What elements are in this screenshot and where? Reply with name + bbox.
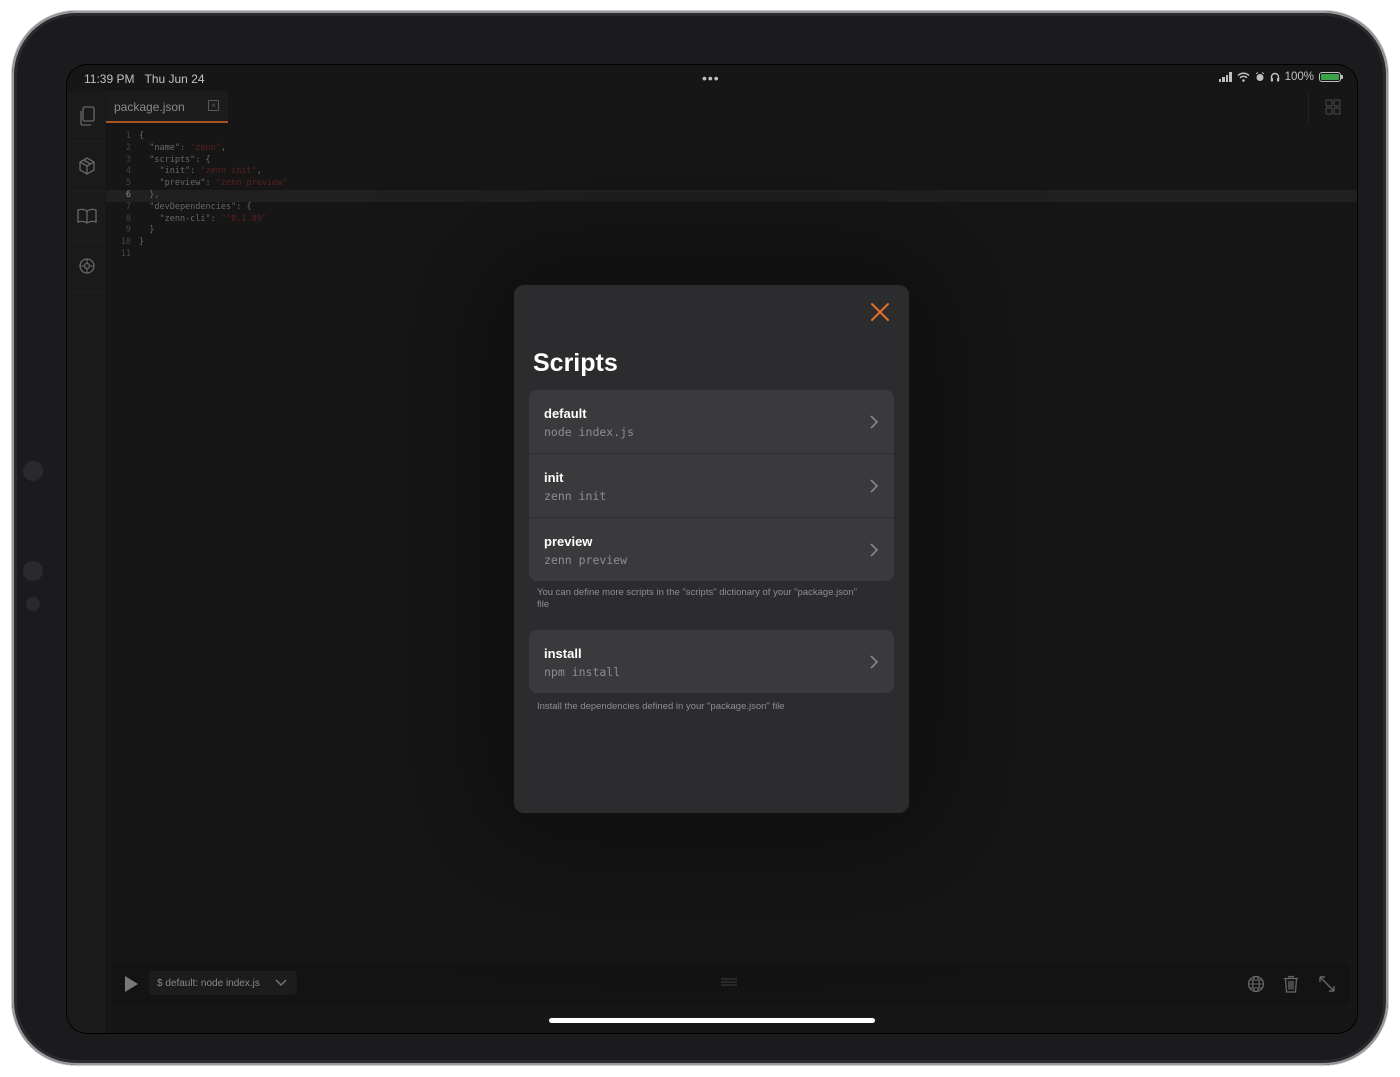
home-indicator[interactable] xyxy=(549,1018,875,1023)
install-list: install npm install xyxy=(529,630,894,693)
script-command: zenn init xyxy=(544,489,607,503)
sensor-dot xyxy=(26,597,40,611)
install-footnote: Install the dependencies defined in your… xyxy=(537,701,785,712)
scripts-list: default node index.js init zenn init pre… xyxy=(529,390,894,581)
script-name: init xyxy=(544,470,564,485)
script-row-default[interactable]: default node index.js xyxy=(529,390,894,454)
sensor-dot xyxy=(23,561,43,581)
script-command: npm install xyxy=(544,665,621,679)
script-command: node index.js xyxy=(544,425,635,439)
scripts-modal: Scripts default node index.js init zenn … xyxy=(514,285,909,813)
chevron-right-icon xyxy=(870,543,879,557)
chevron-right-icon xyxy=(870,479,879,493)
script-name: install xyxy=(544,646,582,661)
ipad-frame: 11:39 PM Thu Jun 24 ••• 100% package.jso… xyxy=(12,11,1388,1065)
modal-title: Scripts xyxy=(533,349,618,377)
script-name: default xyxy=(544,406,587,421)
scripts-footnote: You can define more scripts in the "scri… xyxy=(537,587,857,610)
screen: 11:39 PM Thu Jun 24 ••• 100% package.jso… xyxy=(67,65,1357,1033)
script-row-install[interactable]: install npm install xyxy=(529,630,894,693)
close-icon[interactable] xyxy=(868,300,892,324)
chevron-right-icon xyxy=(870,415,879,429)
script-row-preview[interactable]: preview zenn preview xyxy=(529,518,894,581)
script-row-init[interactable]: init zenn init xyxy=(529,454,894,518)
script-command: zenn preview xyxy=(544,553,628,567)
camera-bump xyxy=(23,461,43,481)
chevron-right-icon xyxy=(870,655,879,669)
script-name: preview xyxy=(544,534,593,549)
